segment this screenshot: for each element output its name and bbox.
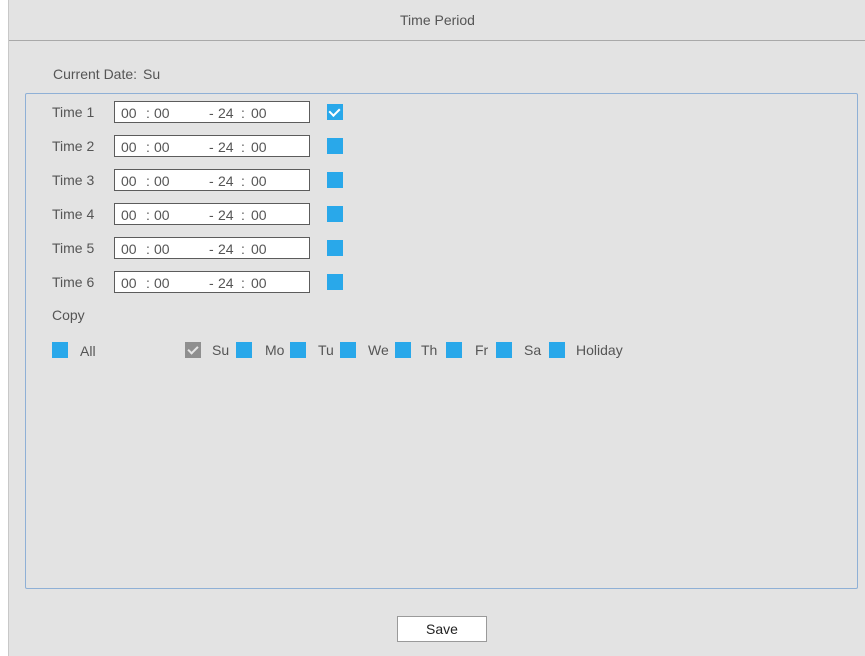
start-hour[interactable]: 00 [121,207,137,223]
end-minute[interactable]: 00 [251,139,267,155]
current-date-label: Current Date: [53,66,138,82]
time-3-enable-checkbox[interactable] [327,172,343,188]
time-range-input[interactable]: 00 : 00 - 24 : 00 [114,169,310,191]
time-4-enable-checkbox[interactable] [327,206,343,222]
colon: : [241,275,245,291]
colon: : [146,207,150,223]
time-label: Time 1 [52,104,95,120]
time-5-enable-checkbox[interactable] [327,240,343,256]
dash: - [209,275,214,291]
end-hour[interactable]: 24 [218,207,234,223]
colon: : [146,173,150,189]
current-date-value: Su [143,66,161,82]
time-range-input[interactable]: 00 : 00 - 24 : 00 [114,271,310,293]
end-hour[interactable]: 24 [218,105,234,121]
end-minute[interactable]: 00 [251,173,267,189]
time-label: Time 5 [52,240,95,256]
end-hour[interactable]: 24 [218,275,234,291]
start-minute[interactable]: 00 [154,275,170,291]
copy-day-mo-checkbox[interactable] [236,342,252,358]
start-minute[interactable]: 00 [154,105,170,121]
copy-day-tu-label: Tu [318,342,334,358]
time-label: Time 2 [52,138,95,154]
colon: : [146,275,150,291]
copy-day-sa-checkbox[interactable] [496,342,512,358]
dash: - [209,139,214,155]
colon: : [146,241,150,257]
start-hour[interactable]: 00 [121,173,137,189]
start-hour[interactable]: 00 [121,139,137,155]
time-label: Time 4 [52,206,95,222]
start-minute[interactable]: 00 [154,207,170,223]
end-minute[interactable]: 00 [251,207,267,223]
colon: : [146,139,150,155]
copy-day-fr-checkbox[interactable] [446,342,462,358]
copy-label: Copy [52,307,85,323]
copy-day-holiday-checkbox[interactable] [549,342,565,358]
time-6-enable-checkbox[interactable] [327,274,343,290]
end-hour[interactable]: 24 [218,241,234,257]
start-hour[interactable]: 00 [121,105,137,121]
time-period-panel [25,93,858,589]
colon: : [146,105,150,121]
colon: : [241,105,245,121]
time-row-3: Time 3 00 : 00 - 24 : 00 [52,169,372,193]
time-row-5: Time 5 00 : 00 - 24 : 00 [52,237,372,261]
time-row-4: Time 4 00 : 00 - 24 : 00 [52,203,372,227]
dash: - [209,207,214,223]
time-range-input[interactable]: 00 : 00 - 24 : 00 [114,237,310,259]
time-label: Time 6 [52,274,95,290]
time-label: Time 3 [52,172,95,188]
colon: : [241,207,245,223]
copy-day-th-label: Th [421,342,438,358]
colon: : [241,173,245,189]
end-hour[interactable]: 24 [218,173,234,189]
dash: - [209,173,214,189]
time-row-6: Time 6 00 : 00 - 24 : 00 [52,271,372,295]
copy-day-sa-label: Sa [524,342,542,358]
end-minute[interactable]: 00 [251,241,267,257]
end-hour[interactable]: 24 [218,139,234,155]
copy-day-mo-label: Mo [265,342,285,358]
time-range-input[interactable]: 00 : 00 - 24 : 00 [114,101,310,123]
save-button[interactable]: Save [397,616,487,642]
copy-day-we-checkbox[interactable] [340,342,356,358]
colon: : [241,139,245,155]
copy-day-fr-label: Fr [475,342,489,358]
copy-all-label: All [80,343,96,359]
time-row-2: Time 2 00 : 00 - 24 : 00 [52,135,372,159]
colon: : [241,241,245,257]
copy-all-checkbox[interactable] [52,342,68,358]
start-minute[interactable]: 00 [154,173,170,189]
copy-day-su-label: Su [212,342,230,358]
dash: - [209,241,214,257]
time-range-input[interactable]: 00 : 00 - 24 : 00 [114,203,310,225]
copy-day-we-label: We [368,342,389,358]
start-hour[interactable]: 00 [121,275,137,291]
copy-day-tu-checkbox[interactable] [290,342,306,358]
start-minute[interactable]: 00 [154,139,170,155]
current-date: Current Date: Su [53,66,160,82]
time-1-enable-checkbox[interactable] [327,104,343,120]
time-2-enable-checkbox[interactable] [327,138,343,154]
end-minute[interactable]: 00 [251,105,267,121]
time-range-input[interactable]: 00 : 00 - 24 : 00 [114,135,310,157]
end-minute[interactable]: 00 [251,275,267,291]
dash: - [209,105,214,121]
start-minute[interactable]: 00 [154,241,170,257]
copy-day-th-checkbox[interactable] [395,342,411,358]
dialog-title: Time Period [9,0,865,41]
start-hour[interactable]: 00 [121,241,137,257]
copy-day-su-checkbox [185,342,201,358]
time-row-1: Time 1 00 : 00 - 24 : 00 [52,101,372,125]
copy-day-holiday-label: Holiday [576,342,623,358]
time-period-dialog: Time Period Current Date: Su Time 1 00 : … [8,0,865,656]
